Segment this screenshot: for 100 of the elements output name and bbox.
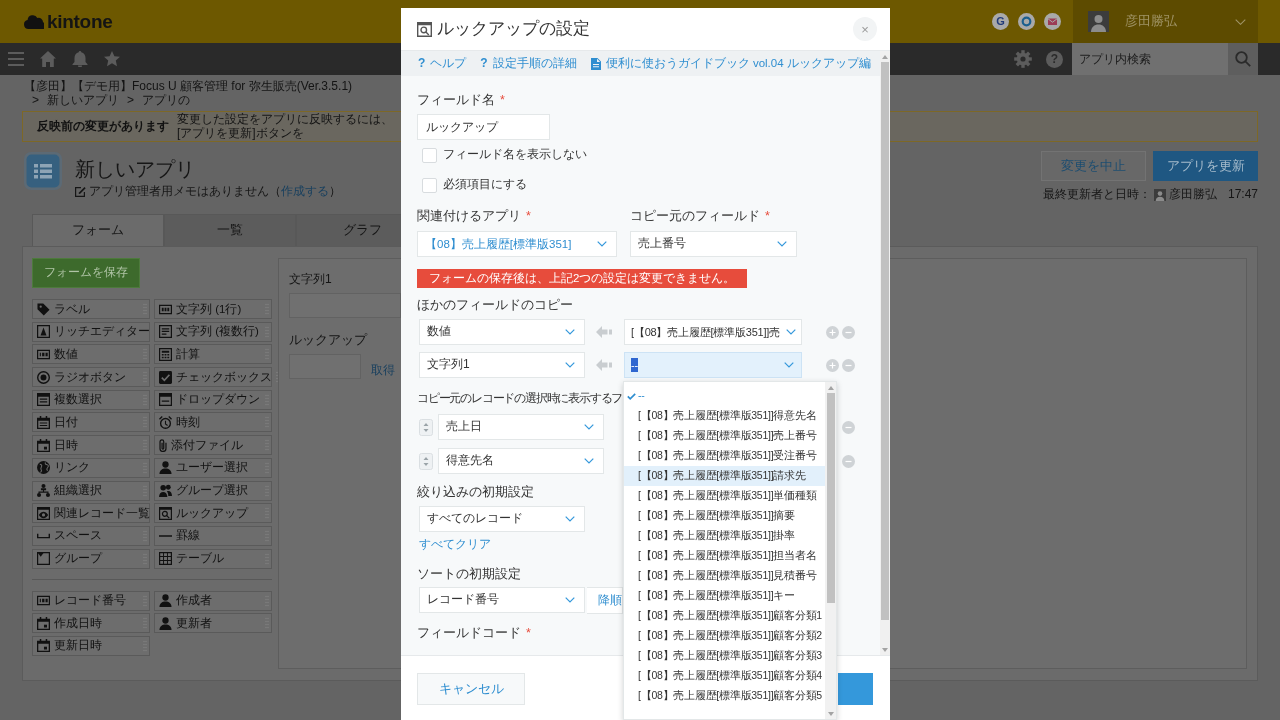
tab[interactable]: フォーム — [32, 214, 164, 246]
select-field[interactable]: -- — [624, 352, 802, 378]
dropdown-option[interactable]: [【08】売上履歴[標準版351]]担当者名 — [624, 546, 825, 566]
field-palette-item[interactable]: 文字列 (複数行) — [154, 321, 272, 342]
bell-icon[interactable] — [72, 51, 88, 67]
clear-all-link[interactable]: すべてクリア — [419, 537, 491, 553]
select-field[interactable]: [【08】売上履歴[標準版351]]売 — [624, 319, 802, 345]
close-button[interactable]: × — [853, 17, 877, 41]
scrollbar-thumb[interactable] — [881, 62, 889, 620]
home-icon[interactable] — [40, 51, 56, 67]
field-palette-item[interactable]: グループ選択 — [154, 480, 272, 501]
field-palette-item[interactable]: 複数選択 — [32, 389, 150, 410]
field-palette-item[interactable]: 関連レコード一覧 — [32, 503, 150, 524]
help-link[interactable]: ? ヘルプ — [418, 55, 467, 72]
field-palette-item[interactable]: 更新者 — [154, 613, 272, 634]
add-icon[interactable] — [826, 358, 839, 372]
update-app-button[interactable]: アプリを更新 — [1153, 151, 1258, 181]
cancel-button[interactable]: キャンセル — [417, 673, 525, 705]
breadcrumb-link[interactable]: 新しいアプリ — [47, 93, 119, 107]
scrollbar[interactable] — [825, 382, 836, 719]
add-icon[interactable] — [826, 325, 839, 339]
dropdown-option[interactable]: [【08】売上履歴[標準版351]]受注番号 — [624, 446, 825, 466]
field-palette-item[interactable]: ラジオボタン — [32, 367, 150, 388]
help-link[interactable]: ? 設定手順の詳細 — [480, 55, 577, 72]
field-palette-item[interactable]: 罫線 — [154, 525, 272, 546]
field-palette-item[interactable]: ルックアップ — [154, 503, 272, 524]
select-field[interactable]: 売上日 — [438, 414, 604, 440]
dropdown-option[interactable]: [【08】売上履歴[標準版351]]顧客分類2 — [624, 626, 825, 646]
menu-icon[interactable] — [8, 52, 24, 66]
field-palette-item[interactable]: テーブル — [154, 548, 272, 569]
remove-icon[interactable] — [842, 454, 855, 468]
dropdown-option[interactable]: [【08】売上履歴[標準版351]]単価種類 — [624, 486, 825, 506]
settings-icon[interactable] — [1014, 50, 1032, 68]
dropdown-option[interactable]: [【08】売上履歴[標準版351]]得意先名 — [624, 406, 825, 426]
search-field[interactable]: アプリ内検索 — [1072, 43, 1228, 75]
select-field[interactable]: 数値 — [419, 319, 585, 345]
field-palette-item[interactable]: 組織選択 — [32, 480, 150, 501]
remove-icon[interactable] — [842, 420, 855, 434]
ring-icon[interactable] — [1018, 13, 1035, 30]
breadcrumb-link[interactable]: 【彦田】【デモ用】Focus U 顧客管理 for 弥生販売(Ver.3.5.1) — [24, 79, 353, 93]
dropdown-option[interactable]: [【08】売上履歴[標準版351]]売上番号 — [624, 426, 825, 446]
field-palette-item[interactable]: 時刻 — [154, 412, 272, 433]
shortcut-button[interactable]: G — [992, 13, 1009, 30]
dropdown-option[interactable]: [【08】売上履歴[標準版351]]顧客分類4 — [624, 666, 825, 686]
field-palette-item[interactable]: リンク — [32, 457, 150, 478]
field-palette-item[interactable]: 更新日時 — [32, 635, 150, 656]
field-palette-item[interactable]: ユーザー選択 — [154, 457, 272, 478]
dropdown-option[interactable]: [【08】売上履歴[標準版351]]請求先 — [624, 466, 825, 486]
remove-icon[interactable] — [842, 358, 855, 372]
help-link[interactable]: 便利に使おうガイドブック vol.04 ルックアップ編 — [590, 56, 871, 71]
scroll-up-icon[interactable] — [827, 385, 834, 390]
search-button[interactable] — [1228, 43, 1258, 75]
scroll-down-icon[interactable] — [827, 711, 834, 716]
scrollbar[interactable] — [880, 51, 890, 655]
field-palette-item[interactable]: 作成者 — [154, 590, 272, 611]
mail-icon[interactable] — [1044, 13, 1061, 30]
star-icon[interactable] — [104, 51, 120, 67]
dropdown-option[interactable]: [【08】売上履歴[標準版351]]顧客分類5 — [624, 686, 825, 706]
field-palette-item[interactable]: 添付ファイル — [154, 435, 272, 456]
field-palette-item[interactable]: 作成日時 — [32, 613, 150, 634]
dropdown-option[interactable]: [【08】売上履歴[標準版351]]顧客分類3 — [624, 646, 825, 666]
select-field[interactable]: 売上番号 — [630, 231, 797, 257]
select-field[interactable]: 【08】売上履歴[標準版351] — [417, 231, 617, 257]
user-menu[interactable]: 彦田勝弘 — [1073, 0, 1258, 43]
primary-button[interactable] — [838, 673, 873, 705]
help-button[interactable]: ? — [1046, 50, 1063, 68]
dropdown-option[interactable]: [【08】売上履歴[標準版351]]見積番号 — [624, 566, 825, 586]
scrollbar-thumb[interactable] — [826, 393, 835, 603]
fetch-link[interactable]: 取得 — [371, 363, 395, 380]
field-palette-item[interactable]: グループ — [32, 548, 150, 569]
sort-order-button[interactable]: 降順 — [587, 586, 623, 614]
field-palette-item[interactable]: ラベル — [32, 299, 150, 319]
field-palette-item[interactable]: 数値 — [32, 344, 150, 365]
field-palette-item[interactable]: 計算 — [154, 344, 272, 365]
input-field[interactable] — [289, 292, 401, 318]
checkbox[interactable] — [422, 177, 437, 193]
select-field[interactable]: すべてのレコード — [419, 506, 585, 532]
dropdown-option[interactable]: [【08】売上履歴[標準版351]]顧客分類1 — [624, 606, 825, 626]
field-name-input[interactable]: ルックアップ — [417, 114, 550, 140]
save-form-button[interactable]: フォームを保存 — [32, 258, 140, 288]
checkbox[interactable] — [422, 147, 437, 163]
sort-handle-icon[interactable] — [419, 418, 433, 436]
field-palette-item[interactable]: 日付 — [32, 412, 150, 433]
field-palette-item[interactable]: 日時 — [32, 435, 150, 456]
field-palette-item[interactable]: ドロップダウン — [154, 389, 272, 410]
field-palette-item[interactable]: リッチエディター — [32, 321, 150, 342]
remove-icon[interactable] — [842, 325, 855, 339]
dropdown-option[interactable]: -- — [624, 386, 825, 406]
field-palette-item[interactable]: スペース — [32, 525, 150, 546]
dropdown-option[interactable]: [【08】売上履歴[標準版351]]摘要 — [624, 506, 825, 526]
dropdown-option[interactable]: [【08】売上履歴[標準版351]]キー — [624, 586, 825, 606]
dropdown-option[interactable]: [【08】売上履歴[標準版351]]掛率 — [624, 526, 825, 546]
scroll-down-icon[interactable] — [882, 647, 888, 652]
sort-handle-icon[interactable] — [419, 452, 433, 470]
field-palette-item[interactable]: 文字列 (1行) — [154, 299, 272, 319]
select-field[interactable]: 文字列1 — [419, 352, 585, 378]
field-palette-item[interactable]: レコード番号 — [32, 590, 150, 611]
scroll-up-icon[interactable] — [882, 54, 888, 59]
create-memo-link[interactable]: 作成する — [281, 184, 329, 198]
select-field[interactable]: 得意先名 — [438, 448, 604, 474]
